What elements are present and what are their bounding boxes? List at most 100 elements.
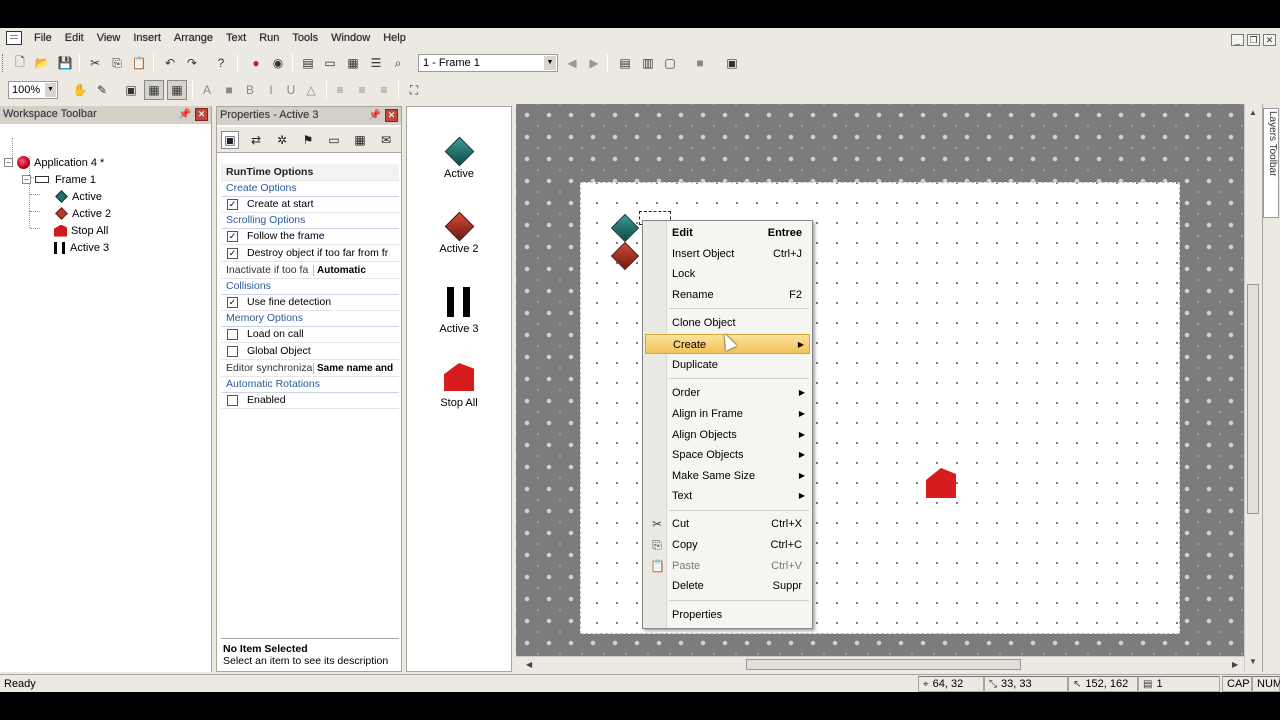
tab-display-icon[interactable]: ▭ [325,131,343,149]
event-editor-icon[interactable]: ▦ [343,53,363,73]
tab-values-icon[interactable]: ⚑ [299,131,317,149]
frame-editor-canvas[interactable] [516,104,1244,656]
checkbox-checked[interactable]: ✓ [227,247,238,259]
layers-toolbar-tab[interactable]: Layers Toolbar [1263,108,1279,218]
tab-settings-icon[interactable]: ▣ [221,131,239,149]
menu-item-insert-object[interactable]: Insert Object Ctrl+J [645,244,810,264]
scrollbar-thumb[interactable] [746,659,1021,670]
menu-insert[interactable]: Insert [129,32,170,44]
grid-toggle-icon[interactable]: ▦ [144,80,164,100]
new-icon[interactable]: 🗋 [10,53,30,73]
prop-load-on-call[interactable]: Load on call [221,326,399,343]
menu-item-edit[interactable]: Edit Entree [645,223,810,243]
tab-runtime-icon[interactable]: ✲ [273,131,291,149]
shelf-item-stop-all[interactable]: Stop All [407,363,511,409]
vertical-scrollbar[interactable]: ▲ ▼ [1244,104,1260,672]
menu-item-order[interactable]: Order ▶ [645,383,810,403]
collapse-icon[interactable]: − [4,158,13,167]
show-window-icon[interactable]: ▣ [121,80,141,100]
shelf-item-active-2[interactable]: Active 2 [407,211,511,255]
event-list-icon[interactable]: ☰ [366,53,386,73]
menu-item-duplicate[interactable]: Duplicate [645,355,810,375]
menu-run[interactable]: Run [255,32,288,44]
align-right-icon[interactable]: ≡ [374,80,394,100]
menu-item-paste[interactable]: 📋 Paste Ctrl+V [645,556,810,576]
menu-item-make-same-size[interactable]: Make Same Size ▶ [645,466,810,486]
close-icon[interactable]: ✕ [385,109,398,122]
menu-item-align-in-frame[interactable]: Align in Frame ▶ [645,404,810,424]
stop-icon[interactable]: ■ [219,80,239,100]
prop-global-object[interactable]: Global Object [221,343,399,360]
underline-icon[interactable]: U [281,80,301,100]
paint-tool-icon[interactable]: ✎ [92,80,112,100]
menu-item-cut[interactable]: ✂ Cut Ctrl+X [645,514,810,534]
align-center-icon[interactable]: ≡ [352,80,372,100]
prop-destroy-far[interactable]: ✓ Destroy object if too far from fr [221,245,399,262]
shelf-item-active-3[interactable]: Active 3 [407,287,511,335]
menu-text[interactable]: Text [222,32,255,44]
checkbox-unchecked[interactable] [227,394,238,406]
snap-toggle-icon[interactable]: ▦ [167,80,187,100]
open-icon[interactable]: 📂 [32,53,52,73]
tab-about-icon[interactable]: ✉ [377,131,395,149]
system-menu-icon[interactable] [6,31,22,45]
prop-follow-frame[interactable]: ✓ Follow the frame [221,228,399,245]
minimize-icon[interactable]: _ [1231,34,1244,46]
checkbox-unchecked[interactable] [227,328,238,340]
prop-enabled[interactable]: Enabled [221,392,399,409]
frame-editor-icon[interactable]: ▭ [320,53,340,73]
data-elements-icon[interactable]: ⌕ [388,53,408,73]
redo-icon[interactable]: ↷ [182,53,202,73]
menu-arrange[interactable]: Arrange [170,32,222,44]
undo-icon[interactable]: ↶ [160,53,180,73]
checkbox-unchecked[interactable] [227,345,238,357]
menu-view[interactable]: View [93,32,130,44]
frame-properties-icon[interactable]: ▢ [660,53,680,73]
frame-select[interactable]: 1 - Frame 1 ▼ [418,54,558,72]
menu-item-rename[interactable]: Rename F2 [645,285,810,305]
copy-icon[interactable]: ⎘ [107,53,127,73]
storyboard-editor-icon[interactable]: ▤ [298,53,318,73]
checkbox-checked[interactable]: ✓ [227,230,238,242]
close-icon[interactable]: ✕ [195,108,208,121]
bold-icon[interactable]: B [240,80,260,100]
pin-icon[interactable]: 📌 [179,109,191,120]
menu-edit[interactable]: Edit [61,32,93,44]
scroll-right-icon[interactable]: ▶ [1232,660,1238,669]
menu-file[interactable]: File [30,32,61,44]
tree-item-active-3[interactable]: Active 3 [54,239,109,256]
scroll-down-icon[interactable]: ▼ [1249,657,1257,666]
tree-item-active[interactable]: Active [54,188,102,205]
layers-icon[interactable]: ▥ [638,53,658,73]
tab-movement-icon[interactable]: ⇄ [247,131,265,149]
tab-events-icon[interactable]: ▦ [351,131,369,149]
scroll-up-icon[interactable]: ▲ [1249,108,1257,117]
help-icon[interactable]: ? [211,53,231,73]
menu-tools[interactable]: Tools [288,32,327,44]
menu-item-lock[interactable]: Lock [645,264,810,284]
run-frame-icon[interactable]: ◉ [268,53,288,73]
previous-frame-icon[interactable]: ◀ [562,53,582,73]
menu-window[interactable]: Window [327,32,379,44]
tree-item-stop-all[interactable]: Stop All [54,222,108,239]
menu-item-delete[interactable]: Delete Suppr [645,576,810,596]
library-icon[interactable]: ▤ [615,53,635,73]
checkbox-checked[interactable]: ✓ [227,296,238,308]
scrollbar-thumb[interactable] [1247,284,1259,514]
menu-item-clone-object[interactable]: Clone Object [645,313,810,333]
horizontal-scrollbar[interactable]: ◀ ▶ [516,656,1244,672]
prop-inactivate[interactable]: Inactivate if too fa Automatic [221,262,399,279]
menu-item-text[interactable]: Text ▶ [645,486,810,506]
text-color-icon[interactable]: A [197,80,217,100]
hand-tool-icon[interactable]: ✋ [70,80,90,100]
fit-icon[interactable]: ⛶ [404,80,424,100]
pin-icon[interactable]: 📌 [369,110,381,121]
tree-item-frame[interactable]: − Frame 1 [22,171,96,188]
shelf-item-active[interactable]: Active [407,136,511,180]
shape-icon[interactable]: △ [301,80,321,100]
run-application-icon[interactable]: ● [246,53,266,73]
menu-item-space-objects[interactable]: Space Objects ▶ [645,445,810,465]
prop-create-at-start[interactable]: ✓ Create at start [221,196,399,213]
menu-item-properties[interactable]: Properties [645,605,810,625]
menu-item-align-objects[interactable]: Align Objects ▶ [645,425,810,445]
